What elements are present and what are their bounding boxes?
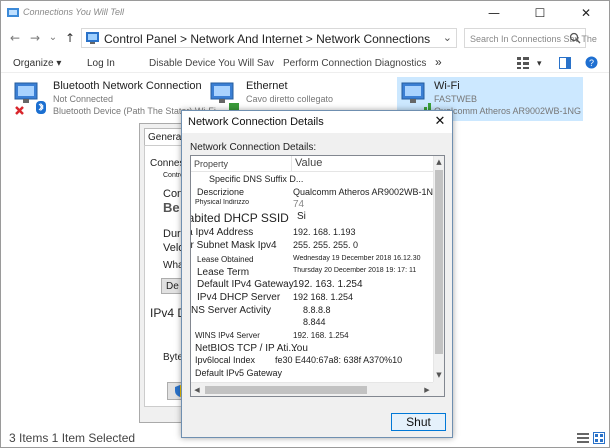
connection-name: Wi-Fi: [434, 80, 460, 92]
view-options-icon[interactable]: [517, 57, 529, 69]
status-bar: 3 Items 1 Item Selected: [1, 429, 609, 447]
row-property: Dura Ipv4 Address: [191, 227, 254, 238]
row-property: Default IPv5 Gateway: [195, 368, 283, 378]
status-label: Byte: [163, 352, 184, 363]
more-commands-button[interactable]: »: [435, 55, 442, 69]
row-value: 192. 168. 1.193: [293, 227, 356, 237]
tab-general[interactable]: General: [144, 128, 184, 146]
command-bar: Organize ▾ Log In Disable Device You Wil…: [1, 53, 609, 73]
row-value: 74: [293, 199, 305, 210]
column-divider[interactable]: [291, 156, 292, 172]
row-property: Velor Subnet Mask Ipv4: [190, 240, 277, 251]
details-label: Network Connection Details:: [190, 142, 317, 153]
row-value: Qualcomm Atheros AR9002WB-1NG i: [293, 187, 434, 197]
row-value: 192. 163. 1.254: [293, 279, 363, 290]
vertical-scrollbar[interactable]: ▲ ▼: [433, 156, 444, 382]
row-value: 192. 168. 1.254: [293, 331, 349, 340]
scroll-down-button[interactable]: ▼: [434, 369, 444, 381]
help-icon[interactable]: ?: [585, 56, 598, 69]
connection-status: Cavo diretto collegato: [246, 94, 334, 104]
horizontal-scroll-thumb[interactable]: [205, 386, 367, 394]
list-row[interactable]: 8.844: [191, 316, 435, 329]
row-property: Specific DNS Suffix D...: [209, 174, 304, 184]
back-button[interactable]: ←: [7, 29, 23, 47]
row-value: Si: [297, 211, 306, 222]
bluetooth-adapter-icon: [14, 82, 46, 115]
details-list[interactable]: Property Value Specific DNS Suffix D... …: [190, 155, 445, 397]
row-property: NetBIOS TCP / IP Ati...: [195, 343, 297, 354]
scroll-up-button[interactable]: ▲: [434, 156, 444, 168]
dialog-title-bar: Network Connection Details ✕: [182, 111, 452, 133]
view-dropdown-button[interactable]: ▾: [537, 58, 542, 69]
large-icons-view-icon[interactable]: [593, 432, 605, 444]
list-row[interactable]: Ipv6local Index fe30 E440:67a8: 638f A37…: [191, 354, 435, 367]
network-connections-window: Connections You Will Tell — ☐ ✕ ← → ⌄ ↑ …: [0, 0, 610, 448]
scrollbar-corner: [433, 382, 444, 396]
disable-device-button[interactable]: Disable Device You Will Sav: [149, 58, 274, 69]
preview-pane-icon[interactable]: [559, 57, 571, 69]
scroll-right-button[interactable]: ▶: [421, 384, 433, 396]
minimize-button[interactable]: —: [471, 1, 517, 25]
row-value: Thursday 20 December 2018 19: 17: 11: [293, 267, 417, 274]
navigation-bar: ← → ⌄ ↑ Control Panel > Network And Inte…: [1, 25, 609, 51]
ethernet-adapter-icon: [210, 82, 239, 111]
maximize-button[interactable]: ☐: [517, 1, 563, 25]
list-header: Property Value: [191, 156, 435, 172]
dialog-title: Network Connection Details: [188, 116, 324, 128]
dialog-close-button[interactable]: ✕: [428, 111, 452, 133]
diagnose-connection-button[interactable]: Perform Connection Diagnostics: [283, 58, 426, 69]
connection-status: FASTWEB: [434, 94, 478, 104]
list-row[interactable]: Inhabited DHCP SSID Si: [191, 210, 435, 226]
row-property: Inhabited DHCP SSID: [191, 211, 289, 225]
vertical-scroll-thumb[interactable]: [435, 170, 443, 354]
row-value: fe30 E440:67a8: 638f A370%10: [275, 355, 403, 365]
organize-menu[interactable]: Organize ▾: [13, 58, 61, 69]
connection-name: Ethernet: [246, 80, 288, 92]
address-dropdown-button[interactable]: ⌄: [443, 31, 452, 44]
row-property: IPv4 DNS Server Activity: [191, 305, 272, 316]
connection-status: Not Connected: [53, 94, 114, 104]
scroll-left-button[interactable]: ◀: [191, 384, 203, 396]
network-connection-details-dialog: Network Connection Details ✕ Network Con…: [181, 110, 453, 438]
search-box[interactable]: Search In Connections Sav The: [464, 28, 597, 48]
network-folder-icon: [7, 8, 19, 17]
list-row[interactable]: IPv4 DHCP Server 192 168. 1.254: [191, 291, 435, 304]
svg-text:?: ?: [589, 58, 594, 68]
forward-button[interactable]: →: [27, 29, 43, 47]
column-header-property[interactable]: Property: [194, 159, 228, 169]
control-panel-icon: [86, 32, 99, 44]
title-bar: Connections You Will Tell — ☐ ✕: [1, 1, 609, 25]
row-value: Wednesday 19 December 2018 16.12.30: [293, 255, 421, 262]
up-button[interactable]: ↑: [62, 29, 78, 47]
window-title: Connections You Will Tell: [23, 7, 124, 17]
row-value: 192 168. 1.254: [293, 292, 354, 302]
search-icon: [569, 32, 581, 44]
status-text: 3 Items 1 Item Selected: [9, 431, 136, 445]
row-value: 8.844: [303, 317, 326, 327]
row-value: You: [291, 343, 308, 354]
close-button[interactable]: ✕: [563, 1, 609, 25]
column-header-value[interactable]: Value: [295, 157, 322, 169]
recent-locations-button[interactable]: ⌄: [45, 29, 61, 47]
connection-device: Qualcomm Atheros AR9002WB-1NG: [434, 106, 582, 116]
address-path: Control Panel > Network And Internet > N…: [104, 32, 431, 46]
connection-item-bluetooth[interactable]: Bluetooth Network Connection Not Connect…: [13, 77, 216, 121]
address-bar[interactable]: Control Panel > Network And Internet > N…: [81, 28, 457, 48]
list-row[interactable]: Velor Subnet Mask Ipv4 255. 255. 255. 0: [191, 239, 435, 252]
connection-name: Bluetooth Network Connection: [53, 80, 202, 92]
row-value: 255. 255. 255. 0: [293, 240, 359, 250]
status-label: Be: [163, 200, 180, 215]
horizontal-scrollbar[interactable]: ◀ ▶: [191, 382, 435, 396]
list-row[interactable]: Dura Ipv4 Address 192. 168. 1.193: [191, 226, 435, 239]
list-row[interactable]: Specific DNS Suffix D...: [191, 173, 435, 186]
login-button[interactable]: Log In: [87, 58, 115, 69]
list-row[interactable]: Default IPv5 Gateway: [191, 367, 435, 380]
list-row[interactable]: Default IPv4 Gateway 192. 163. 1.254: [191, 278, 435, 291]
status-label: Connes: [150, 158, 185, 169]
details-view-icon[interactable]: [577, 432, 589, 444]
row-value: 8.8.8.8: [303, 305, 331, 315]
